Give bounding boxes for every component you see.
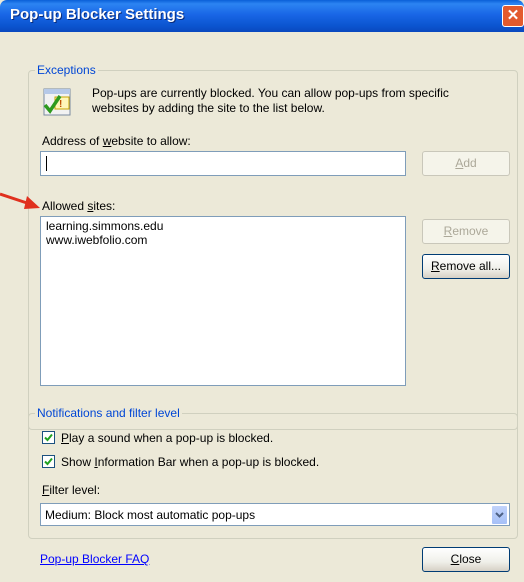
popup-blocker-dialog: Pop-up Blocker Settings ✕ Exceptions ! P…: [0, 0, 524, 582]
allowed-label-post: ites:: [93, 199, 116, 213]
add-button[interactable]: Add: [422, 151, 510, 176]
close-button[interactable]: Close: [422, 547, 510, 572]
faq-link[interactable]: Pop-up Blocker FAQ: [40, 552, 149, 566]
list-item[interactable]: learning.simmons.edu: [46, 219, 400, 233]
play-sound-rest: lay a sound when a pop-up is blocked.: [69, 431, 274, 445]
address-label-post: ebsite to allow:: [111, 134, 191, 148]
play-sound-underline: P: [61, 431, 70, 445]
address-input[interactable]: [40, 151, 406, 176]
close-button-rest: lose: [459, 552, 482, 566]
filter-level-value: Medium: Block most automatic pop-ups: [45, 508, 256, 522]
filter-label-rest: ilter level:: [49, 483, 101, 497]
add-button-rest: dd: [463, 156, 477, 170]
notifications-group-label: Notifications and filter level: [35, 406, 182, 420]
checkmark-icon: [44, 457, 53, 466]
exceptions-info-line1: Pop-ups are currently blocked. You can a…: [92, 86, 449, 100]
allowed-sites-list[interactable]: learning.simmons.edu www.iwebfolio.com: [40, 216, 406, 386]
red-arrow-annotation: [0, 192, 40, 209]
remove-button-rest: emove: [452, 224, 489, 238]
filter-level-label: Filter level:: [42, 483, 100, 497]
exceptions-info-line2: websites by adding the site to the list …: [92, 101, 325, 115]
play-sound-label[interactable]: Play a sound when a pop-up is blocked.: [61, 431, 273, 445]
dialog-body: Exceptions ! Pop-ups are currently block…: [4, 32, 520, 580]
filter-level-select[interactable]: Medium: Block most automatic pop-ups: [40, 503, 510, 526]
remove-button-underline: R: [443, 224, 453, 238]
remove-all-underline: R: [430, 259, 440, 273]
info-bar-rest: nformation Bar when a pop-up is blocked.: [97, 455, 320, 469]
remove-all-button[interactable]: Remove all...: [422, 254, 510, 279]
dropdown-arrow-icon[interactable]: [491, 505, 508, 525]
play-sound-checkbox[interactable]: [42, 431, 55, 444]
show-info-bar-label[interactable]: Show Information Bar when a pop-up is bl…: [61, 455, 319, 469]
list-item[interactable]: www.iwebfolio.com: [46, 233, 400, 247]
remove-button[interactable]: Remove: [422, 219, 510, 244]
title-bar: Pop-up Blocker Settings ✕: [0, 0, 524, 32]
show-info-bar-checkbox[interactable]: [42, 455, 55, 468]
address-label: Address of website to allow:: [42, 134, 191, 148]
info-bar-pre: Show: [61, 455, 95, 469]
remove-all-rest: emove all...: [439, 259, 502, 273]
close-icon[interactable]: ✕: [502, 5, 524, 27]
checkmark-icon: [44, 433, 53, 442]
